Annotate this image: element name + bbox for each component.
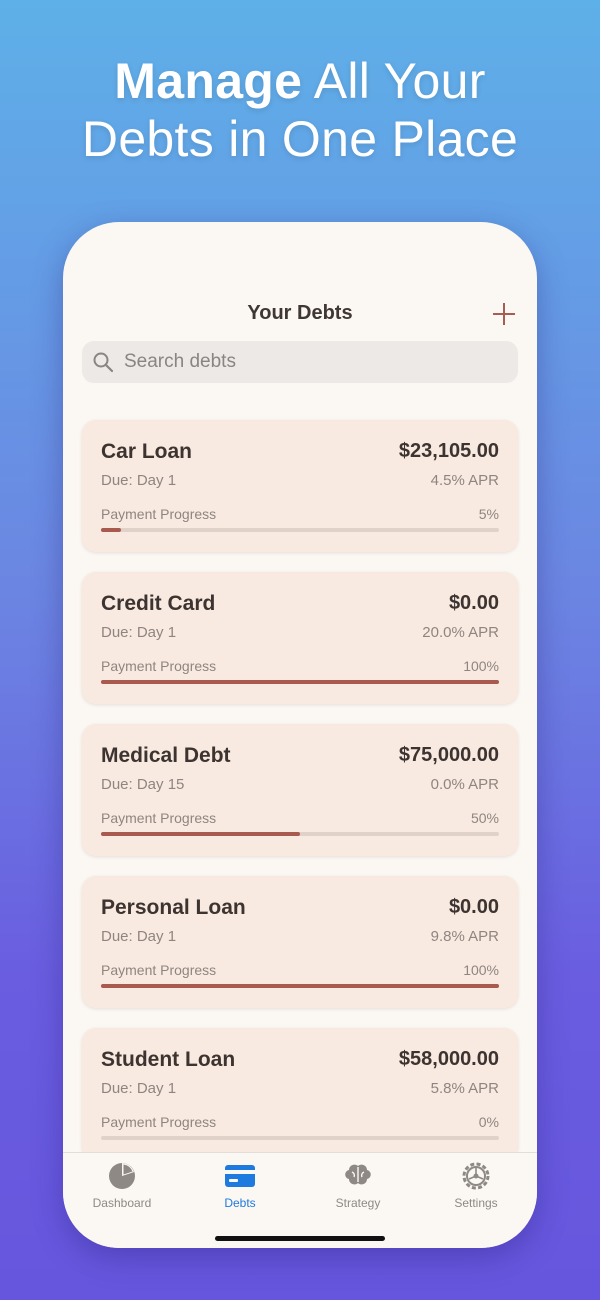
credit-card-icon xyxy=(225,1165,255,1187)
search-icon xyxy=(93,352,114,373)
pie-chart-icon xyxy=(109,1163,135,1189)
progress-bar-fill xyxy=(101,528,121,532)
page-title: Your Debts xyxy=(247,302,353,324)
debt-apr: 4.5% APR xyxy=(430,472,499,489)
search-input[interactable] xyxy=(122,350,506,374)
debt-due: Due: Day 1 xyxy=(101,624,177,641)
debt-name: Student Loan xyxy=(101,1048,236,1071)
debt-amount: $23,105.00 xyxy=(398,440,499,462)
debt-amount: $0.00 xyxy=(448,592,499,614)
home-indicator xyxy=(215,1236,385,1241)
tab-bar: Dashboard Debts Strategy Settings xyxy=(63,1152,537,1248)
debt-apr: 9.8% APR xyxy=(430,928,499,945)
headline-line-2: Debts in One Place xyxy=(81,111,519,167)
tab-settings[interactable]: Settings xyxy=(417,1153,535,1223)
progress-percent: 0% xyxy=(478,1114,499,1130)
tab-strategy[interactable]: Strategy xyxy=(299,1153,417,1223)
debt-due: Due: Day 1 xyxy=(101,1080,177,1097)
debt-list: Car Loan $23,105.00 Due: Day 1 4.5% APR … xyxy=(82,420,518,1180)
progress-bar-fill xyxy=(101,832,300,836)
progress-percent: 100% xyxy=(463,658,499,674)
debt-amount: $58,000.00 xyxy=(398,1048,499,1070)
tab-dashboard[interactable]: Dashboard xyxy=(63,1153,181,1223)
progress-bar xyxy=(101,832,499,836)
phone-screen: Your Debts Car Loan $23,105.00 Due: Day … xyxy=(63,222,537,1248)
debt-card-personal-loan[interactable]: Personal Loan $0.00 Due: Day 1 9.8% APR … xyxy=(82,876,518,1008)
tab-label: Settings xyxy=(454,1196,498,1210)
debt-name: Car Loan xyxy=(101,440,193,463)
progress-percent: 50% xyxy=(470,810,499,826)
debt-amount: $0.00 xyxy=(448,896,499,918)
progress-bar xyxy=(101,528,499,532)
progress-bar xyxy=(101,984,499,988)
debt-amount: $75,000.00 xyxy=(398,744,499,766)
progress-percent: 5% xyxy=(478,506,499,522)
tab-label: Debts xyxy=(224,1196,256,1210)
progress-bar xyxy=(101,1136,499,1140)
marketing-headline: Manage All Your Debts in One Place xyxy=(0,52,600,168)
debt-due: Due: Day 1 xyxy=(101,472,177,489)
progress-label: Payment Progress xyxy=(101,810,217,826)
debt-card-student-loan[interactable]: Student Loan $58,000.00 Due: Day 1 5.8% … xyxy=(82,1028,518,1160)
progress-bar-fill xyxy=(101,680,499,684)
debt-apr: 5.8% APR xyxy=(430,1080,499,1097)
progress-bar xyxy=(101,680,499,684)
debt-name: Credit Card xyxy=(101,592,216,615)
debt-due: Due: Day 1 xyxy=(101,928,177,945)
progress-label: Payment Progress xyxy=(101,506,217,522)
progress-label: Payment Progress xyxy=(101,1114,217,1130)
debt-due: Due: Day 15 xyxy=(101,776,185,793)
progress-bar-fill xyxy=(101,984,499,988)
headline-rest-line-1: All Your xyxy=(302,53,486,109)
headline-bold-word: Manage xyxy=(114,53,303,109)
add-debt-button[interactable] xyxy=(491,302,517,328)
tab-label: Strategy xyxy=(335,1196,381,1210)
gear-icon xyxy=(462,1162,490,1190)
headline-line-1: Manage All Your xyxy=(0,52,600,110)
debt-apr: 20.0% APR xyxy=(422,624,499,641)
tab-debts[interactable]: Debts xyxy=(181,1153,299,1223)
brain-icon xyxy=(345,1164,371,1185)
progress-label: Payment Progress xyxy=(101,658,217,674)
debt-name: Medical Debt xyxy=(101,744,231,767)
progress-percent: 100% xyxy=(463,962,499,978)
progress-label: Payment Progress xyxy=(101,962,217,978)
debt-card-car-loan[interactable]: Car Loan $23,105.00 Due: Day 1 4.5% APR … xyxy=(82,420,518,552)
debt-name: Personal Loan xyxy=(101,896,246,919)
debt-apr: 0.0% APR xyxy=(430,776,499,793)
search-bar[interactable] xyxy=(82,341,518,383)
debt-card-credit-card[interactable]: Credit Card $0.00 Due: Day 1 20.0% APR P… xyxy=(82,572,518,704)
tab-label: Dashboard xyxy=(92,1196,152,1210)
debt-card-medical-debt[interactable]: Medical Debt $75,000.00 Due: Day 15 0.0%… xyxy=(82,724,518,856)
